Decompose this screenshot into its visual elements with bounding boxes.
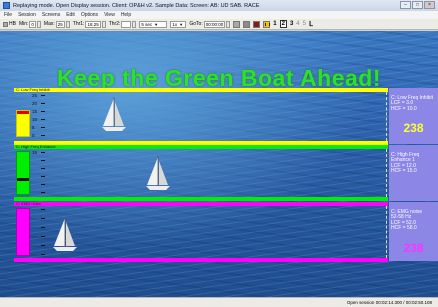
page-4-button[interactable]: 4: [296, 21, 299, 27]
sailboat-yellow: [102, 97, 126, 131]
goto-spinner[interactable]: [226, 20, 231, 28]
interval-dropdown[interactable]: 5 sec ▼: [139, 20, 168, 28]
info-text: C: High Freq Enhance 1 LCF = 12.0 HCF = …: [391, 151, 420, 175]
menu-edit[interactable]: Edit: [66, 12, 75, 18]
channel-panel-high-freq: C: High Freq Enhance 15: [14, 144, 388, 201]
page-2-button[interactable]: 2: [279, 20, 287, 28]
rewind-icon[interactable]: [233, 20, 241, 28]
panel-label: C: Low Freq Inhibit: [16, 87, 50, 92]
tick-label: 20: [14, 101, 48, 106]
score-value: 238: [403, 240, 424, 255]
tick-label: 5: [14, 125, 48, 130]
finish-line: [386, 206, 387, 258]
min-label: Min:: [18, 21, 29, 27]
info-text: C: EMG noise 52-58 Hz LCF = 52.0 HCF = 5…: [391, 208, 423, 232]
thr2-spinner[interactable]: [132, 20, 137, 28]
play-icon[interactable]: [243, 20, 251, 28]
menu-help[interactable]: Help: [121, 12, 131, 18]
thr1-control: Thr1: 18.25: [72, 20, 106, 28]
speed-value: 1x: [172, 21, 178, 27]
window-title: Replaying mode. Open Display session. Cl…: [13, 2, 260, 9]
tick-label: 0: [14, 133, 48, 138]
channel-panel-emg-noise: C: EMG noise: [14, 201, 388, 262]
panel-label: C: High Freq Enhance: [16, 144, 56, 149]
interval-value: 5 sec: [141, 21, 153, 27]
status-bar: Open session 00:02:14.300 / 00:02:50.108: [0, 297, 438, 307]
channel-icon: [3, 21, 8, 27]
thr2-input[interactable]: [121, 20, 132, 28]
score-value: 238: [403, 120, 424, 135]
thr1-spinner[interactable]: [101, 20, 106, 28]
sailboat-green: [146, 156, 170, 190]
title-bar: Replaying mode. Open Display session. Cl…: [0, 0, 438, 11]
panel-bottom-edge: [14, 258, 388, 262]
info-box-low-freq: C: Low Freq Inhibit LCF = 3.0 HCF = 10.0…: [389, 88, 438, 144]
tick-label: 25: [14, 93, 48, 98]
close-button[interactable]: ×: [424, 1, 435, 9]
tick-label: 15: [14, 109, 48, 114]
menu-session[interactable]: Session: [18, 12, 36, 18]
export-icon[interactable]: ᒪ: [309, 20, 313, 28]
menu-bar: File Session Screens Edit Options View H…: [0, 11, 438, 19]
y-axis: 25 20 15 10 5 0: [14, 93, 48, 141]
feedback-display: Keep the Green Boat Ahead! C: Low Freq I…: [0, 31, 438, 297]
hb-label: HB: [9, 21, 16, 27]
y-axis: [14, 207, 48, 257]
info-box-high-freq: C: High Freq Enhance 1 LCF = 12.0 HCF = …: [389, 145, 438, 201]
max-input[interactable]: 25: [55, 20, 65, 28]
app-icon: [3, 2, 10, 9]
y-axis: 15: [14, 150, 48, 196]
info-text: C: Low Freq Inhibit LCF = 3.0 HCF = 10.0: [391, 94, 433, 112]
menu-screens[interactable]: Screens: [42, 12, 60, 18]
channel-panel-low-freq: C: Low Freq Inhibit 25 20 15 10 5 0: [14, 87, 388, 145]
finish-line: [386, 149, 387, 197]
thr2-label: Thr2:: [108, 21, 121, 27]
menu-file[interactable]: File: [4, 12, 12, 18]
menu-options[interactable]: Options: [81, 12, 98, 18]
finish-line: [386, 92, 387, 141]
panel-bottom-edge: [14, 197, 388, 201]
maximize-button[interactable]: □: [412, 1, 423, 9]
status-text: Open session 00:02:14.300 / 00:02:50.108: [346, 300, 432, 305]
pause-icon[interactable]: [263, 20, 271, 28]
thr1-input[interactable]: 18.25: [85, 20, 101, 28]
goto-label: GoTo:: [189, 21, 203, 27]
page-1-button[interactable]: 1: [273, 21, 276, 27]
speed-dropdown[interactable]: 1x ▼: [170, 20, 187, 28]
page-3-button[interactable]: 3: [290, 21, 293, 27]
max-spinner[interactable]: [65, 20, 70, 28]
window-controls: – □ ×: [400, 1, 435, 9]
chevron-down-icon: ▼: [154, 21, 159, 27]
menu-view[interactable]: View: [104, 12, 115, 18]
min-spinner[interactable]: [36, 20, 41, 28]
panel-top-edge: [14, 88, 388, 92]
stop-icon[interactable]: [253, 20, 261, 28]
max-control: Max: 25: [43, 20, 70, 28]
toolbar: HB Min: 0 Max: 25 Thr1: 18.25 Thr2: 5 se…: [0, 19, 438, 30]
goto-input[interactable]: 00:00:00: [203, 20, 226, 28]
panel-top-edge: [14, 202, 388, 206]
page-5-button[interactable]: 5: [303, 21, 306, 27]
sailboat-magenta: [53, 217, 77, 251]
goto-control: GoTo: 00:00:00: [189, 20, 231, 28]
max-label: Max:: [43, 21, 55, 27]
panel-label: C: EMG noise: [16, 201, 41, 206]
minimize-button[interactable]: –: [400, 1, 411, 9]
hb-control[interactable]: HB: [3, 21, 16, 27]
tick-label: 10: [14, 117, 48, 122]
min-input[interactable]: 0: [29, 20, 36, 28]
info-box-emg-noise: C: EMG noise 52-58 Hz LCF = 52.0 HCF = 5…: [389, 202, 438, 261]
thr1-label: Thr1:: [72, 21, 85, 27]
tick-label: 15: [14, 150, 48, 155]
chevron-down-icon: ▼: [179, 21, 184, 27]
panel-top-edge: [14, 145, 388, 149]
thr2-control: Thr2:: [108, 20, 137, 28]
min-control: Min: 0: [18, 20, 41, 28]
